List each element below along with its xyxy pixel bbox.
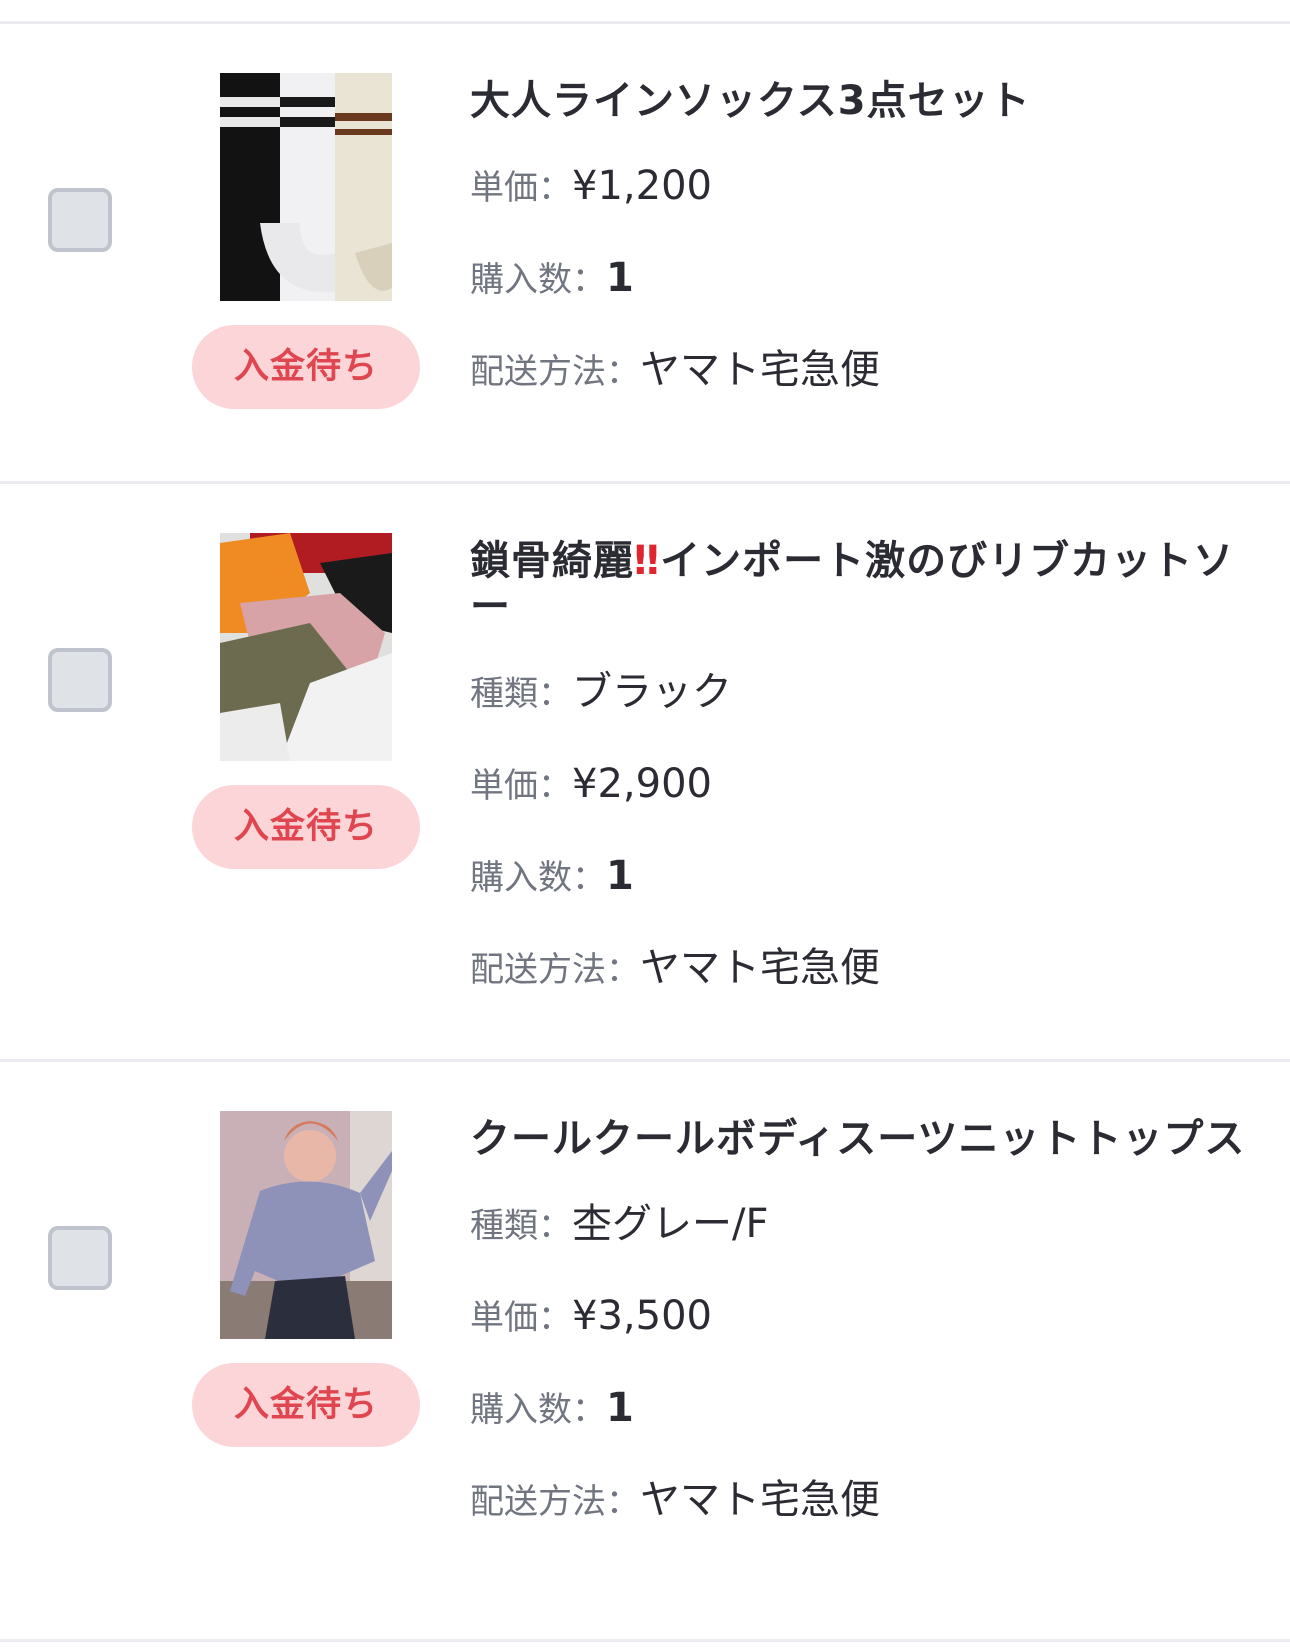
shipping-line: 配送方法：ヤマト宅急便 bbox=[470, 946, 1250, 990]
variant-label: 種類： bbox=[470, 674, 572, 714]
quantity-value: 1 bbox=[606, 1385, 634, 1431]
status-badge: 入金待ち bbox=[192, 785, 420, 869]
price-line: 単価：¥3,500 bbox=[470, 1294, 1250, 1338]
shipping-label: 配送方法： bbox=[470, 950, 640, 990]
product-title[interactable]: クールクールボディスーツニットトップス bbox=[470, 1116, 1250, 1162]
order-row-2: 入金待ち 鎖骨綺麗‼インポート激のびリブカットソー 種類：ブラック 単価：¥2,… bbox=[0, 484, 1290, 1062]
status-badge: 入金待ち bbox=[192, 325, 420, 409]
price-value: ¥2,900 bbox=[572, 761, 712, 807]
price-value: ¥1,200 bbox=[572, 163, 712, 209]
price-label: 単価： bbox=[470, 168, 572, 208]
variant-value: ブラック bbox=[572, 669, 732, 715]
quantity-value: 1 bbox=[606, 853, 634, 899]
shipping-value: ヤマト宅急便 bbox=[640, 347, 880, 393]
tops-photo-icon bbox=[220, 533, 392, 761]
price-label: 単価： bbox=[470, 766, 572, 806]
product-image-cutsew[interactable] bbox=[220, 533, 392, 761]
status-badge: 入金待ち bbox=[192, 1363, 420, 1447]
price-value: ¥3,500 bbox=[572, 1293, 712, 1339]
shipping-label: 配送方法： bbox=[470, 1482, 640, 1522]
order-info: 鎖骨綺麗‼インポート激のびリブカットソー 種類：ブラック 単価：¥2,900 購… bbox=[470, 538, 1250, 990]
variant-label: 種類： bbox=[470, 1206, 572, 1246]
price-label: 単価： bbox=[470, 1298, 572, 1338]
product-image-socks[interactable] bbox=[220, 73, 392, 301]
quantity-line: 購入数：1 bbox=[470, 256, 1250, 300]
order-info: クールクールボディスーツニットトップス 種類：杢グレー/F 単価：¥3,500 … bbox=[470, 1116, 1250, 1522]
order-checkbox[interactable] bbox=[48, 1226, 112, 1290]
order-checkbox[interactable] bbox=[48, 648, 112, 712]
quantity-label: 購入数： bbox=[470, 858, 606, 898]
shipping-line: 配送方法：ヤマト宅急便 bbox=[470, 348, 1250, 392]
quantity-value: 1 bbox=[606, 255, 634, 301]
title-text-1: 鎖骨綺麗 bbox=[470, 538, 634, 584]
quantity-label: 購入数： bbox=[470, 260, 606, 300]
product-title[interactable]: 鎖骨綺麗‼インポート激のびリブカットソー bbox=[470, 538, 1250, 630]
quantity-label: 購入数： bbox=[470, 1390, 606, 1430]
double-exclamation-icon: ‼ bbox=[634, 538, 661, 584]
product-image-knit[interactable] bbox=[220, 1111, 392, 1339]
shipping-label: 配送方法： bbox=[470, 352, 640, 392]
shipping-line: 配送方法：ヤマト宅急便 bbox=[470, 1478, 1250, 1522]
order-info: 大人ラインソックス3点セット 単価：¥1,200 購入数：1 配送方法：ヤマト宅… bbox=[470, 78, 1250, 392]
quantity-line: 購入数：1 bbox=[470, 1386, 1250, 1430]
variant-value: 杢グレー/F bbox=[572, 1201, 769, 1247]
variant-line: 種類：ブラック bbox=[470, 670, 1250, 714]
variant-line: 種類：杢グレー/F bbox=[470, 1202, 1250, 1246]
order-row-1: 入金待ち 大人ラインソックス3点セット 単価：¥1,200 購入数：1 配送方法… bbox=[0, 24, 1290, 484]
order-row-3: 入金待ち クールクールボディスーツニットトップス 種類：杢グレー/F 単価：¥3… bbox=[0, 1062, 1290, 1642]
price-line: 単価：¥2,900 bbox=[470, 762, 1250, 806]
price-line: 単価：¥1,200 bbox=[470, 164, 1250, 208]
knit-photo-icon bbox=[220, 1111, 392, 1339]
product-title[interactable]: 大人ラインソックス3点セット bbox=[470, 78, 1250, 124]
shipping-value: ヤマト宅急便 bbox=[640, 945, 880, 991]
quantity-line: 購入数：1 bbox=[470, 854, 1250, 898]
socks-photo-icon bbox=[220, 73, 392, 301]
order-checkbox[interactable] bbox=[48, 188, 112, 252]
shipping-value: ヤマト宅急便 bbox=[640, 1477, 880, 1523]
